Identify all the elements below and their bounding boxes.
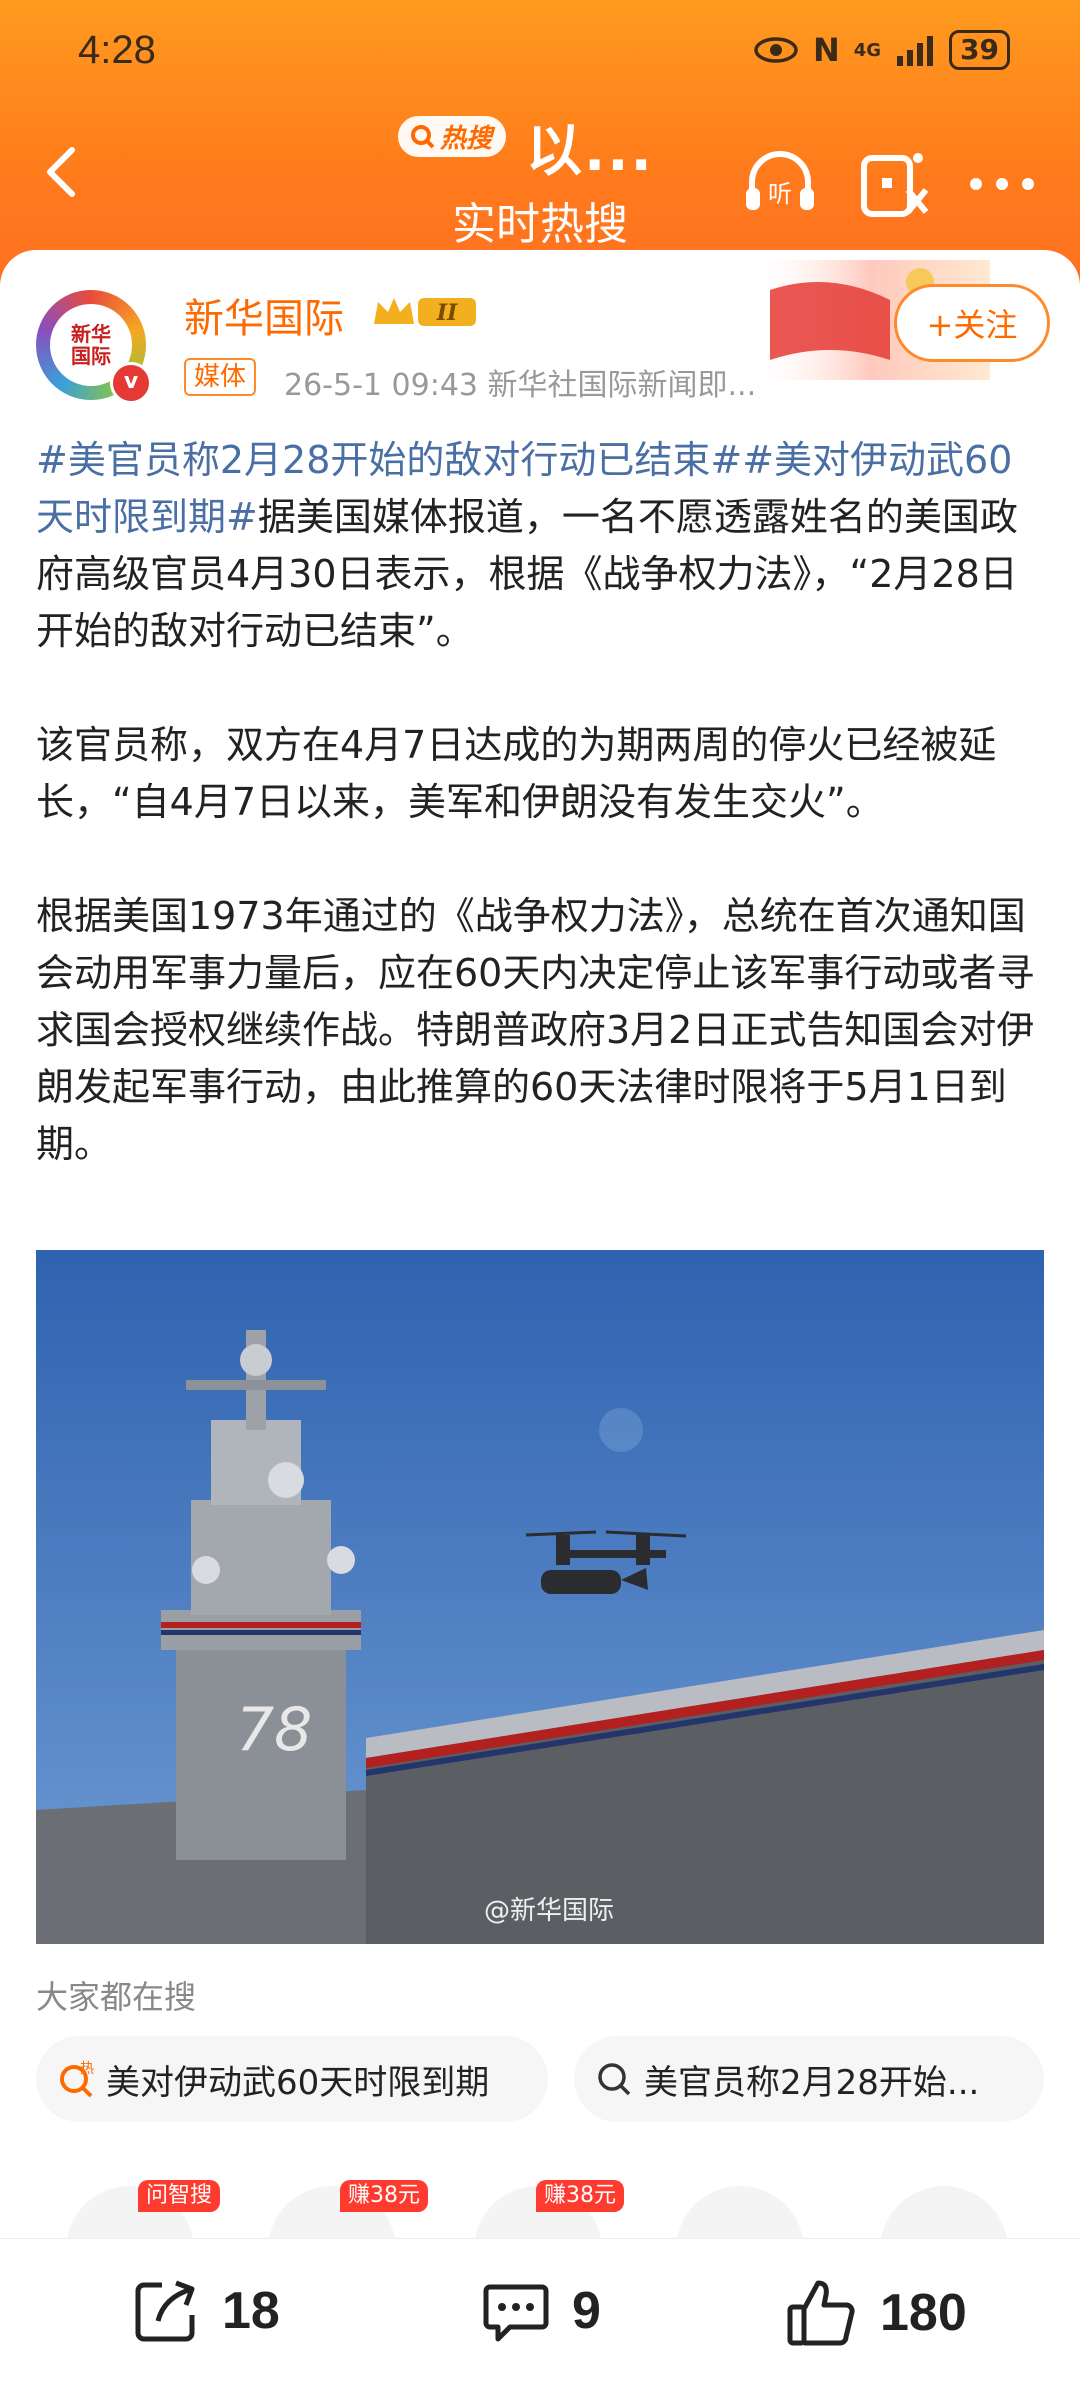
related-search-chip[interactable]: 美官员称2月28开始... bbox=[574, 2036, 1044, 2122]
chip-label: 美官员称2月28开始... bbox=[644, 2062, 980, 2103]
like-count: 180 bbox=[880, 2284, 967, 2342]
reward-badge: 赚38元 bbox=[340, 2180, 428, 2212]
reward-badge: 赚38元 bbox=[536, 2180, 624, 2212]
author-name[interactable]: 新华国际 bbox=[184, 286, 344, 344]
verified-icon: v bbox=[110, 362, 152, 404]
like-button[interactable]: 180 bbox=[784, 2275, 967, 2351]
svg-text:听: 听 bbox=[768, 180, 792, 208]
nfc-icon: N bbox=[812, 31, 840, 69]
thumbs-up-icon bbox=[787, 2280, 855, 2346]
more-icon[interactable] bbox=[962, 144, 1042, 224]
hot-label: 热搜 bbox=[440, 124, 493, 154]
media-tag: 媒体 bbox=[184, 358, 257, 396]
network-type: 4G bbox=[853, 39, 882, 61]
hashtag-link[interactable]: #美官员称2月28开始的敌对行动已结束# bbox=[36, 438, 742, 482]
post-card: 新华 国际 v 新华国际 II 媒体 26-5-1 09:43 新华社国际新闻即.… bbox=[0, 250, 1080, 2314]
hot-search-header: 热搜 以... 实时热搜 听 bbox=[0, 100, 1080, 250]
paragraph-2: 该官员称，双方在4月7日达成的为期两周的停火已经被延长，“自4月7日以来，美军和… bbox=[36, 723, 997, 824]
related-search-chip[interactable]: 热 美对伊动武60天时限到期 bbox=[36, 2036, 548, 2122]
signal-icon bbox=[897, 36, 934, 66]
crown-level-icon: II bbox=[374, 298, 476, 326]
comment-button[interactable]: 9 bbox=[480, 2275, 601, 2347]
svg-text:78: 78 bbox=[236, 1695, 312, 1765]
post-meta: 26-5-1 09:43 新华社国际新闻即... bbox=[284, 368, 757, 403]
post-body: #美官员称2月28开始的敌对行动已结束##美对伊动武60天时限到期#据美国媒体报… bbox=[36, 432, 1046, 1230]
search-icon bbox=[598, 2063, 631, 2096]
status-icons: N 4G 39 bbox=[753, 30, 1010, 70]
chip-label: 美对伊动武60天时限到期 bbox=[106, 2062, 490, 2103]
aircraft-carrier-photo: 78 bbox=[36, 1250, 1044, 1944]
follow-button[interactable]: +关注 bbox=[894, 284, 1050, 362]
share-button[interactable]: 18 bbox=[130, 2275, 280, 2347]
svg-text:热: 热 bbox=[80, 2061, 94, 2077]
share-count: 18 bbox=[222, 2282, 280, 2340]
status-bar: 4:28 N 4G 39 bbox=[0, 0, 1080, 100]
red-packet-icon[interactable] bbox=[854, 144, 934, 224]
search-icon bbox=[411, 124, 435, 148]
comment-count: 9 bbox=[572, 2282, 601, 2340]
listen-icon[interactable]: 听 bbox=[740, 144, 820, 224]
share-icon bbox=[135, 2280, 195, 2342]
paragraph-1: #美官员称2月28开始的敌对行动已结束##美对伊动武60天时限到期#据美国媒体报… bbox=[36, 432, 1046, 660]
paragraph-3: 根据美国1973年通过的《战争权力法》，总统在首次通知国会动用军事力量后，应在6… bbox=[36, 894, 1035, 1166]
comment-icon bbox=[483, 2284, 549, 2342]
post-image[interactable]: 78 @新华国际 bbox=[36, 1250, 1044, 1944]
ask-search-badge: 问智搜 bbox=[138, 2180, 221, 2212]
battery-indicator: 39 bbox=[949, 30, 1010, 70]
related-search-title: 大家都在搜 bbox=[36, 1978, 197, 2016]
hot-search-icon: 热 bbox=[60, 2061, 94, 2098]
action-bar: 18 9 180 bbox=[0, 2238, 1080, 2391]
page-title: 以... bbox=[526, 119, 654, 184]
eye-icon bbox=[754, 37, 798, 63]
image-watermark: @新华国际 bbox=[484, 1896, 615, 1926]
clock: 4:28 bbox=[78, 28, 156, 72]
hot-search-badge: 热搜 bbox=[398, 116, 507, 157]
level-text: II bbox=[436, 300, 458, 326]
